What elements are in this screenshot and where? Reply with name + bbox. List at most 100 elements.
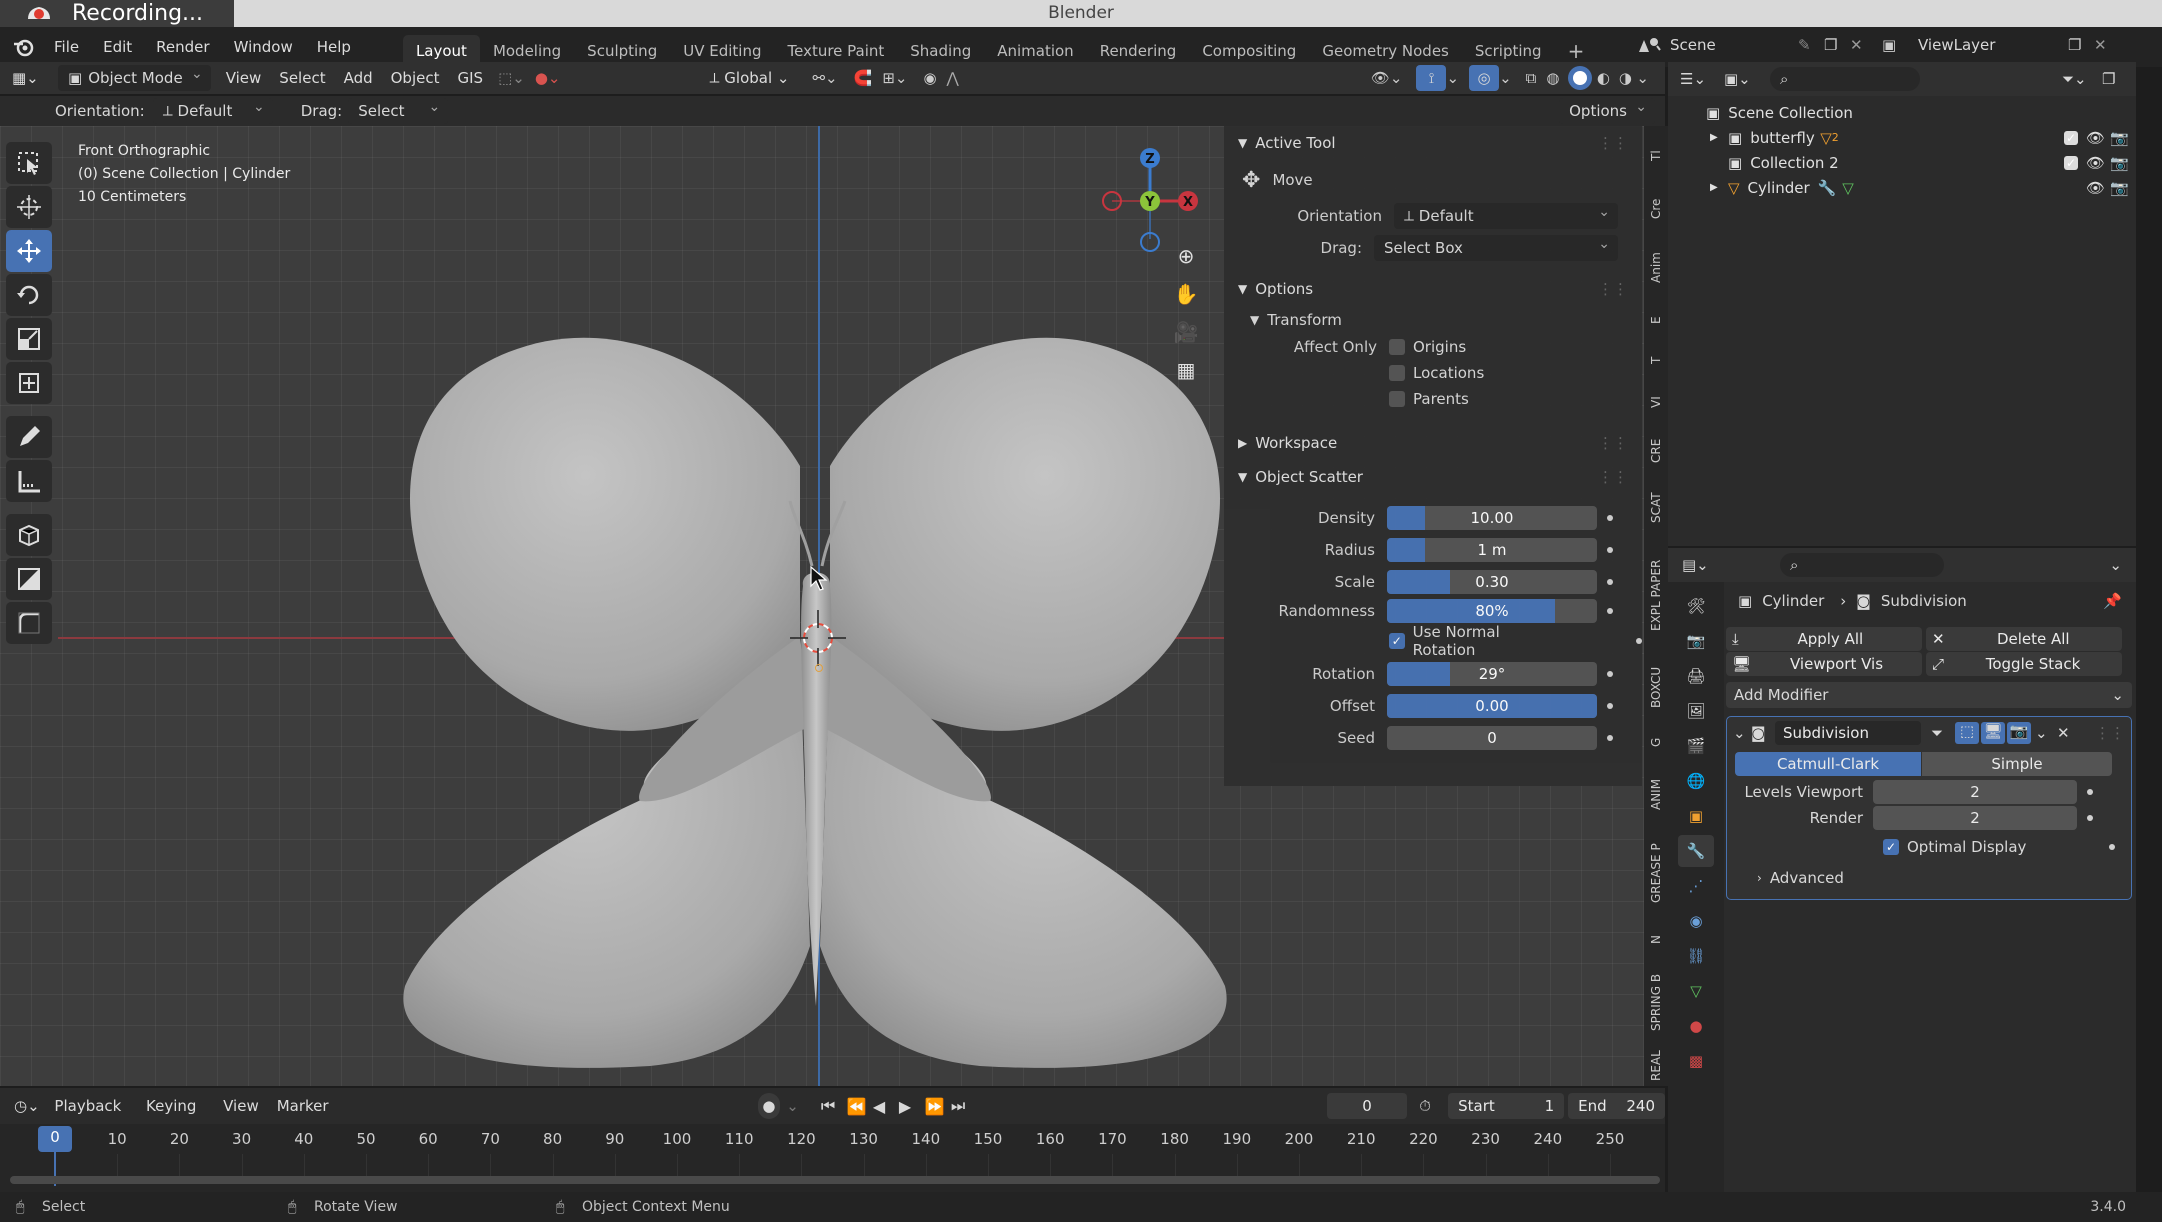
menu-edit[interactable]: Edit xyxy=(91,27,144,67)
drag-handle-icon[interactable]: ⋮⋮ xyxy=(1598,426,1628,460)
zoom-icon[interactable]: ⊕ xyxy=(1168,244,1204,282)
outliner-item-collection-2[interactable]: ▣ Collection 2 👁 📷 xyxy=(1668,150,2136,175)
delete-view-layer-icon[interactable]: ✕ xyxy=(2094,36,2118,54)
jump-start-icon[interactable]: ⏮ xyxy=(821,1096,847,1116)
side-tab-tool[interactable]: Tl xyxy=(1644,136,1668,176)
blender-logo-icon[interactable] xyxy=(12,36,34,58)
side-tab-scat[interactable]: SCAT xyxy=(1644,480,1668,536)
header-menu-add[interactable]: Add xyxy=(335,65,382,91)
measure-tool[interactable] xyxy=(6,460,52,502)
tab-particles-icon[interactable]: ⋰ xyxy=(1678,870,1714,902)
apply-all-button[interactable]: ⤓ Apply All xyxy=(1726,626,1922,651)
cursor-tool[interactable] xyxy=(6,186,52,228)
tab-scene-icon[interactable]: 🎬 xyxy=(1678,730,1714,762)
properties-options-icon[interactable]: ⌄ xyxy=(2109,556,2122,574)
optimal-display-checkbox[interactable] xyxy=(1883,839,1899,855)
delete-all-button[interactable]: ✕ Delete All xyxy=(1926,626,2122,651)
transform-subsection[interactable]: ▼ Transform xyxy=(1224,306,1642,334)
render-levels-field[interactable]: 2 xyxy=(1873,806,2077,830)
new-scene-icon[interactable]: ❐ xyxy=(1824,36,1850,54)
transform-tool[interactable] xyxy=(6,362,52,404)
filter-icon[interactable]: ⏷⌄ xyxy=(2062,70,2102,88)
new-collection-icon[interactable]: ❐ xyxy=(2102,70,2136,88)
density-slider[interactable]: 10.00 xyxy=(1387,506,1597,530)
shading-dropdown-icon[interactable]: ⌄ xyxy=(1636,69,1649,87)
exclude-checkbox[interactable] xyxy=(2064,130,2078,145)
visibility-icon[interactable]: 👁⌄ xyxy=(1371,69,1403,87)
camera-icon[interactable]: 📷 xyxy=(2110,154,2136,172)
side-tab-create[interactable]: Cre xyxy=(1644,184,1668,234)
catmull-clark-button[interactable]: Catmull-Clark xyxy=(1735,752,1921,776)
display-mode-icon[interactable]: ▣⌄ xyxy=(1724,70,1764,88)
material-shading-icon[interactable]: ◐ xyxy=(1592,69,1614,87)
viewport-vis-button[interactable]: 🖥 Viewport Vis xyxy=(1726,651,1922,676)
timeline-menu-marker[interactable]: Marker xyxy=(268,1093,338,1119)
eye-icon[interactable]: 👁 xyxy=(2086,154,2110,172)
menu-file[interactable]: File xyxy=(42,27,91,67)
options-section[interactable]: ▼ Options ⋮⋮ xyxy=(1224,272,1642,306)
scene-name[interactable]: Scene xyxy=(1670,36,1798,54)
tab-material-icon[interactable]: ● xyxy=(1678,1010,1714,1042)
timeline-track[interactable]: 0 10 20 30 40 50 60 70 80 90 100 110 120 130 140 150 160… xyxy=(0,1124,1665,1192)
new-view-layer-icon[interactable]: ❐ xyxy=(2068,36,2094,54)
tab-view-layer-icon[interactable]: 🖼 xyxy=(1678,695,1714,727)
side-tab-anim[interactable]: Anim xyxy=(1644,238,1668,298)
expand-icon[interactable]: ▶ xyxy=(1710,132,1728,143)
header-menu-view[interactable]: View xyxy=(217,65,271,91)
falloff-icon[interactable]: ⋀ xyxy=(947,69,959,87)
camera-icon[interactable]: 📷 xyxy=(2110,179,2136,197)
drag-handle-icon[interactable]: ⋮⋮ xyxy=(1598,460,1628,494)
menu-help[interactable]: Help xyxy=(305,27,363,67)
solid-shading-icon[interactable] xyxy=(1568,66,1593,90)
eye-icon[interactable]: 👁 xyxy=(2086,129,2110,147)
close-icon[interactable]: ✕ xyxy=(2057,724,2079,742)
view-layer-icon[interactable]: ▣ xyxy=(1882,36,1918,54)
drag-handle-icon[interactable]: ⋮⋮ xyxy=(1598,126,1628,160)
transform-orientation-dropdown[interactable]: ⟂ Global ⌄ xyxy=(700,65,798,91)
toggle-stack-button[interactable]: ⤢ Toggle Stack xyxy=(1926,651,2122,676)
tab-constraints-icon[interactable]: ⛓ xyxy=(1678,940,1714,972)
pan-hand-icon[interactable]: ✋ xyxy=(1168,282,1204,320)
tab-tool-icon[interactable]: 🛠 xyxy=(1678,590,1714,622)
simple-button[interactable]: Simple xyxy=(1922,752,2112,776)
side-tab-vi[interactable]: VI xyxy=(1644,382,1668,422)
levels-viewport-keyframe-dot[interactable] xyxy=(2087,789,2093,795)
overlays-dropdown-icon[interactable]: ⌄ xyxy=(1499,69,1512,87)
expand-icon[interactable]: ▶ xyxy=(1710,182,1728,193)
timeline-menu-keying[interactable]: Keying ⌄ xyxy=(137,1093,214,1141)
properties-editor-icon[interactable]: ▤⌄ xyxy=(1682,556,1726,574)
viewport-display-icon[interactable]: 🖥 xyxy=(1981,722,2005,744)
active-drag-dropdown[interactable]: Select Box xyxy=(1374,231,1618,261)
edit-mode-icon[interactable]: ⏷ xyxy=(1931,724,1955,742)
butterfly-model[interactable] xyxy=(400,306,1230,1076)
randomness-slider[interactable]: 80% xyxy=(1387,599,1597,623)
pin-icon[interactable]: 📌 xyxy=(2103,592,2122,610)
origins-checkbox[interactable] xyxy=(1389,339,1405,355)
seed-keyframe-dot[interactable] xyxy=(1607,735,1613,741)
modifier-menu-icon[interactable]: ⌄ xyxy=(2035,724,2057,742)
add-modifier-dropdown[interactable]: Add Modifier ⌄ xyxy=(1726,682,2132,708)
side-tab-n[interactable]: N xyxy=(1644,922,1668,958)
mode-dropdown[interactable]: ▣ Object Mode xyxy=(58,61,211,91)
extra-tool-2[interactable] xyxy=(6,602,52,644)
drag-dropdown[interactable]: Select Box xyxy=(348,94,449,146)
outliner-search-input[interactable]: ⌕ xyxy=(1770,67,1920,91)
pivot-icon[interactable]: ⚯⌄ xyxy=(812,69,837,87)
eye-icon[interactable]: 👁 xyxy=(2086,179,2110,197)
tab-world-icon[interactable]: 🌐 xyxy=(1678,765,1714,797)
rotate-tool[interactable] xyxy=(6,274,52,316)
wireframe-shading-icon[interactable]: ◍ xyxy=(1546,69,1568,87)
properties-search-input[interactable]: ⌕ xyxy=(1780,553,1944,577)
ortho-toggle-icon[interactable]: ▦ xyxy=(1168,358,1204,396)
end-frame-field[interactable]: End 240 xyxy=(1568,1093,1665,1119)
offset-keyframe-dot[interactable] xyxy=(1607,703,1613,709)
header-extra-icons[interactable]: ⬚⌄ xyxy=(498,69,525,87)
prev-keyframe-icon[interactable]: ⏪ xyxy=(847,1097,873,1116)
modifier-name-field[interactable]: Subdivision xyxy=(1775,721,1921,745)
side-tab-real[interactable]: REAL xyxy=(1644,1046,1668,1086)
play-icon[interactable]: ▶ xyxy=(899,1097,925,1116)
outliner-item-butterfly[interactable]: ▶ ▣ butterfly ▽2 👁 📷 xyxy=(1668,125,2136,150)
workspace-section[interactable]: ▶ Workspace ⋮⋮ xyxy=(1224,426,1642,460)
radius-slider[interactable]: 1 m xyxy=(1387,538,1597,562)
gizmo-toggle-icon[interactable]: ⟟ xyxy=(1416,65,1447,91)
